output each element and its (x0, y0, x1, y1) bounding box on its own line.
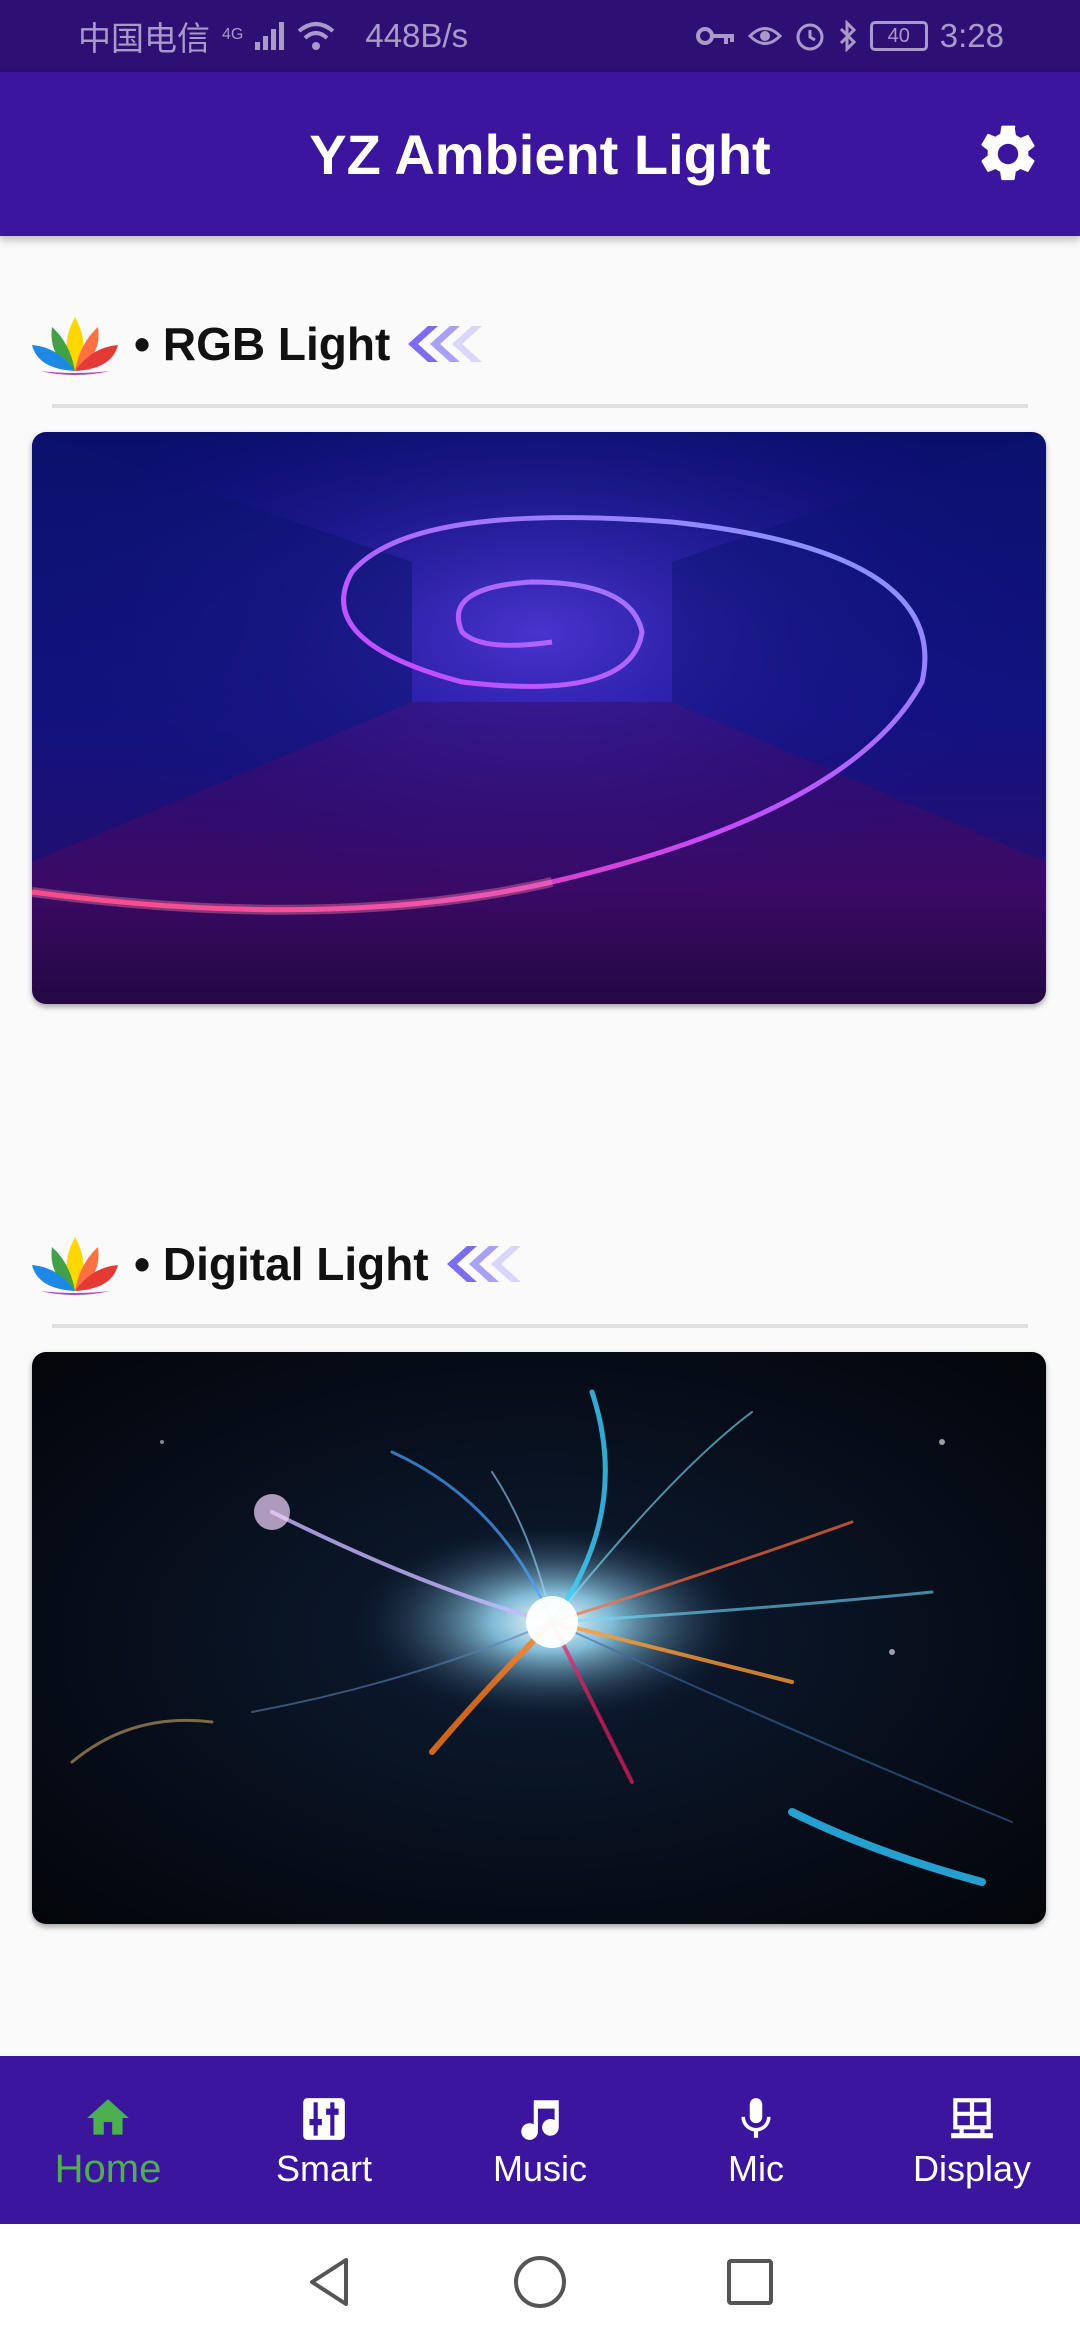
carrier-label: 中国电信 (78, 20, 210, 57)
key-icon (695, 27, 734, 45)
nav-item-smart[interactable]: Smart (216, 2056, 432, 2224)
section-divider (52, 404, 1028, 408)
signal-icon (255, 22, 285, 50)
recents-icon[interactable] (720, 2252, 780, 2312)
bluetooth-icon (839, 20, 856, 52)
status-right: 40 3:28 (695, 17, 1004, 55)
digital-light-card[interactable] (32, 1352, 1046, 1924)
section-title: • Digital Light (134, 1238, 429, 1290)
neon-spiral-image (32, 432, 1046, 1004)
gear-icon[interactable] (974, 120, 1042, 188)
sliders-icon (303, 2098, 345, 2140)
music-note-icon (521, 2100, 559, 2140)
system-nav-bar (0, 2224, 1080, 2340)
back-icon[interactable] (300, 2252, 360, 2312)
nav-label: Smart (275, 2148, 372, 2189)
nav-item-home[interactable]: Home (0, 2056, 216, 2224)
nav-item-display[interactable]: Display (864, 2056, 1080, 2224)
app-bar: YZ Ambient Light (0, 72, 1080, 236)
microphone-icon (741, 2098, 771, 2138)
section-title: • RGB Light (134, 318, 391, 370)
section-divider (52, 1324, 1028, 1328)
bottom-nav: Home Smart Music Mic Display (0, 2056, 1080, 2224)
nav-label: Mic (728, 2148, 784, 2189)
status-left: 中国电信 4G 448B/s (78, 12, 468, 60)
rgb-light-card[interactable] (32, 432, 1046, 1004)
section-header-rgb-light: • RGB Light (30, 304, 494, 384)
net-speed-label: 448B/s (365, 17, 469, 54)
lotus-icon (32, 1237, 118, 1295)
eye-icon (747, 27, 782, 45)
status-bar: 中国电信 4G 448B/s 40 3:28 (0, 0, 1080, 72)
nav-label: Music (492, 2148, 587, 2189)
nav-item-music[interactable]: Music (432, 2056, 648, 2224)
display-icon (951, 2098, 993, 2139)
home-icon (87, 2098, 129, 2135)
battery-level: 40 (887, 24, 910, 47)
nav-label: Home (54, 2146, 162, 2191)
nav-label: Display (912, 2148, 1032, 2189)
network-label: 4G (222, 26, 244, 43)
light-streaks-image (32, 1352, 1046, 1924)
home-circle-icon[interactable] (510, 2252, 570, 2312)
clock-label: 3:28 (939, 17, 1004, 54)
nav-item-mic[interactable]: Mic (648, 2056, 864, 2224)
wifi-icon (298, 22, 335, 50)
app-title: YZ Ambient Light (309, 122, 771, 186)
battery-icon: 40 (869, 21, 928, 51)
lotus-icon (32, 317, 118, 375)
section-header-digital-light: • Digital Light (30, 1224, 533, 1304)
chevron-left-icon (408, 326, 483, 362)
alarm-icon (796, 23, 824, 51)
chevron-left-icon (446, 1246, 521, 1282)
